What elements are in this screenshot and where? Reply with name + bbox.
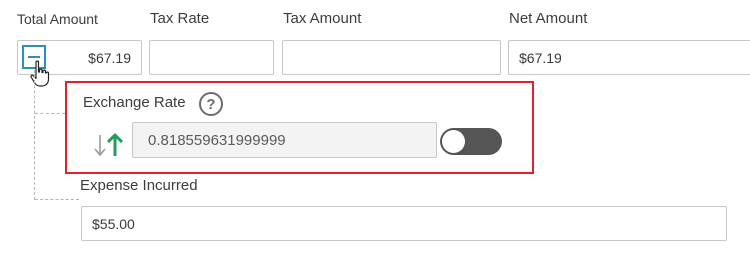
tree-connector-expense [35,199,79,200]
expense-incurred-field[interactable]: $55.00 [81,206,727,241]
expense-amount-panel: Total Amount Tax Rate Tax Amount Net Amo… [0,0,750,254]
minus-square-icon [28,56,40,58]
exchange-rate-toggle[interactable] [440,128,502,155]
expense-incurred-value: $55.00 [92,215,135,232]
tax-rate-label: Tax Rate [150,10,210,27]
question-circle-icon[interactable]: ? [199,92,223,116]
total-amount-value: $67.19 [88,49,131,66]
swap-arrows-icon[interactable] [91,132,125,158]
exchange-rate-label: Exchange Rate [83,94,186,111]
tax-rate-field[interactable] [149,40,274,75]
exchange-rate-field[interactable]: 0.818559631999999 [132,122,437,158]
net-amount-label: Net Amount [509,10,588,27]
net-amount-value: $67.19 [519,49,562,66]
tree-connector-vertical [34,70,35,200]
hand-pointer-icon [30,60,50,87]
tax-amount-label: Tax Amount [283,10,362,27]
net-amount-field[interactable]: $67.19 [508,40,750,75]
total-amount-label: Total Amount [17,11,98,27]
tree-connector-exchange [35,113,65,114]
tax-amount-field[interactable] [282,40,501,75]
toggle-knob [442,130,465,153]
expense-incurred-label: Expense Incurred [80,177,198,194]
